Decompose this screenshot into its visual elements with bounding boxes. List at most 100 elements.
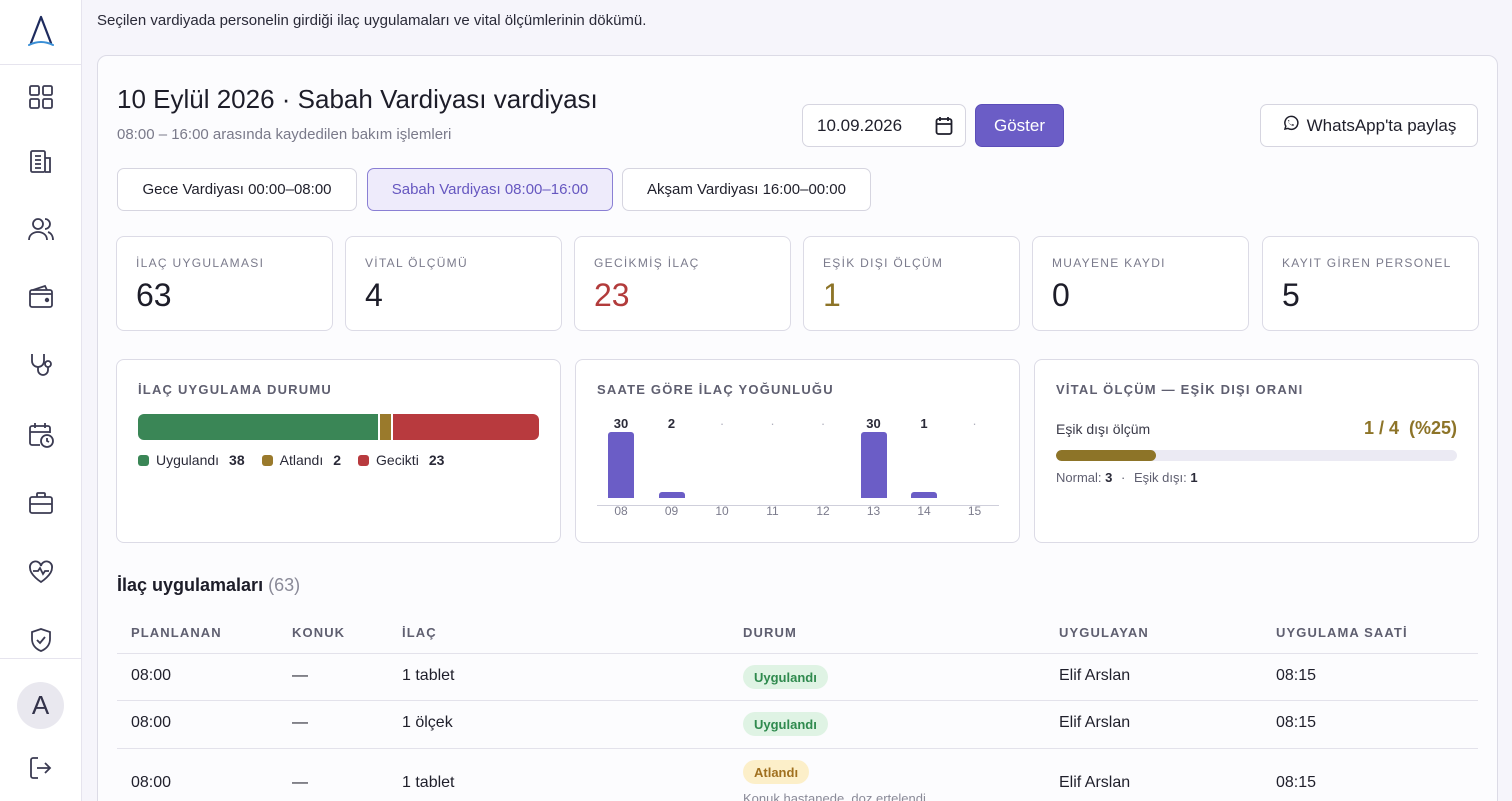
chart-tick-label: 11 [766, 504, 779, 518]
table-divider [117, 700, 1478, 701]
table-cell: Elif Arslan [1059, 714, 1131, 731]
date-input[interactable]: 10.09.2026 [802, 104, 966, 147]
table-divider [117, 653, 1478, 654]
stat-label: GECİKMİŞ İLAÇ [594, 256, 700, 270]
chart-title: SAATE GÖRE İLAÇ YOĞUNLUĞU [597, 382, 834, 397]
vital-panel: VİTAL ÖLÇÜM — EŞİK DIŞI ORANI Eşik dışı … [1034, 359, 1479, 543]
logout-icon[interactable] [25, 752, 57, 784]
med-status-stacked-bar [138, 414, 539, 440]
chart-value-label: · [770, 416, 775, 431]
stat-label: MUAYENE KAYDI [1052, 256, 1166, 270]
column-header[interactable]: KONUK [292, 625, 345, 640]
dashboard-icon[interactable] [24, 80, 58, 114]
wallet-icon[interactable] [24, 280, 58, 314]
calendar-clock-icon[interactable] [24, 418, 58, 452]
briefcase-icon[interactable] [24, 486, 58, 520]
chart-value-label: 1 [920, 416, 928, 431]
stat-value: 5 [1282, 277, 1300, 313]
avatar-letter: A [31, 690, 50, 720]
stat-card: EŞİK DIŞI ÖLÇÜM 1 [803, 236, 1020, 331]
stat-label: İLAÇ UYGULAMASI [136, 256, 265, 270]
hourly-bar-chart: 30 08 2 09 · 10 · 11 · 12 30 13 1 14 · 15 [597, 416, 999, 526]
calendar-icon[interactable] [935, 116, 953, 141]
chart-bar-column [962, 432, 988, 498]
out-value: 1 [1190, 470, 1198, 485]
heart-pulse-icon[interactable] [24, 555, 58, 589]
table-cell: 1 tablet [402, 774, 455, 791]
chart-tick-label: 10 [715, 504, 729, 518]
show-button[interactable]: Göster [975, 104, 1064, 147]
app-logo[interactable] [0, 0, 81, 65]
hourly-chart-panel: SAATE GÖRE İLAÇ YOĞUNLUĞU 30 08 2 09 · 10 · 11 ·… [575, 359, 1020, 543]
chart-bar-column [658, 432, 685, 498]
med-status-panel: İLAÇ UYGULAMA DURUMU Uygulandı 38 Atlandı 2… [116, 359, 561, 543]
chart-tick-label: 12 [816, 504, 830, 518]
legend-swatch [261, 454, 273, 466]
chart-value-label: 2 [667, 416, 676, 431]
stethoscope-icon[interactable] [24, 348, 58, 382]
table-cell: Elif Arslan [1059, 667, 1131, 684]
table-cell: 08:15 [1276, 774, 1317, 791]
stat-value: 1 [823, 277, 841, 313]
legend-label: Gecikti [376, 452, 419, 468]
users-icon[interactable] [24, 212, 58, 246]
separator: · [1121, 470, 1126, 485]
section-title: İlaç uygulamaları (63) [117, 575, 300, 596]
stat-card: KAYIT GİREN PERSONEL 5 [1262, 236, 1479, 331]
chart-tick-label: 14 [917, 504, 931, 518]
legend-label: Uygulandı [156, 452, 220, 468]
logo-mark-icon [27, 15, 54, 46]
section-title-text: İlaç uygulamaları [117, 575, 264, 595]
legend-value: 38 [229, 452, 245, 468]
status-bar-segment [379, 414, 393, 440]
column-header[interactable]: PLANLANAN [131, 625, 222, 640]
status-bar-segment [138, 414, 380, 440]
legend-value: 2 [333, 452, 342, 468]
section-count: (63) [268, 575, 301, 595]
tab-sabah-vardiyasi[interactable]: Sabah Vardiyası 08:00–16:00 [367, 168, 613, 211]
stat-card: VİTAL ÖLÇÜMÜ 4 [345, 236, 562, 331]
shield-check-icon[interactable] [24, 623, 58, 657]
normal-value: 3 [1105, 470, 1113, 485]
column-header[interactable]: UYGULAMA SAATİ [1276, 625, 1408, 640]
legend-swatch [358, 454, 370, 466]
column-header[interactable]: İLAÇ [402, 625, 437, 640]
whatsapp-share-button[interactable]: WhatsApp'ta paylaş [1260, 104, 1478, 147]
stat-value: 23 [594, 277, 630, 313]
tab-gece-vardiyasi[interactable]: Gece Vardiyası 00:00–08:00 [117, 168, 357, 211]
table-cell: 08:00 [131, 774, 172, 791]
chart-bar [658, 492, 685, 498]
stat-card: İLAÇ UYGULAMASI 63 [116, 236, 333, 331]
legend-label: Atlandı [279, 452, 324, 468]
stat-label: VİTAL ÖLÇÜMÜ [365, 256, 468, 270]
vital-footer: Normal: 3 · Eşik dışı: 1 [1056, 470, 1198, 485]
column-header[interactable]: UYGULAYAN [1059, 625, 1149, 640]
table-cell: 08:00 [131, 667, 172, 684]
chart-value-label: · [820, 416, 826, 431]
legend-value: 23 [428, 452, 445, 468]
status-badge: Atlandı [743, 760, 810, 784]
stat-label: KAYIT GİREN PERSONEL [1282, 256, 1452, 270]
table-cell: — [292, 667, 308, 684]
vital-progress-track [1056, 450, 1457, 461]
date-value: 10.09.2026 [817, 115, 903, 135]
chart-bar-column [860, 432, 887, 498]
table-cell: Elif Arslan [1059, 774, 1131, 791]
stat-card: GECİKMİŞ İLAÇ 23 [574, 236, 791, 331]
page-title: 10 Eylül 2026 · Sabah Vardiyası vardiyas… [117, 84, 598, 114]
column-header[interactable]: DURUM [743, 625, 797, 640]
chart-tick-label: 15 [967, 504, 982, 518]
stat-label: EŞİK DIŞI ÖLÇÜM [823, 256, 944, 270]
whatsapp-share-label: WhatsApp'ta paylaş [1306, 115, 1457, 135]
chart-tick-label: 13 [866, 504, 881, 518]
chart-bar-column [810, 432, 836, 498]
whatsapp-icon [1282, 115, 1299, 137]
chart-value-label: · [972, 416, 977, 431]
stat-value: 63 [136, 277, 172, 313]
page-description: Seçilen vardiyada personelin girdiği ila… [97, 12, 647, 29]
tab-aksam-vardiyasi[interactable]: Akşam Vardiyası 16:00–00:00 [622, 168, 871, 211]
chart-bar [860, 432, 887, 498]
building-icon[interactable] [24, 144, 58, 178]
sidebar-divider [0, 658, 81, 659]
avatar[interactable]: A [17, 682, 64, 729]
